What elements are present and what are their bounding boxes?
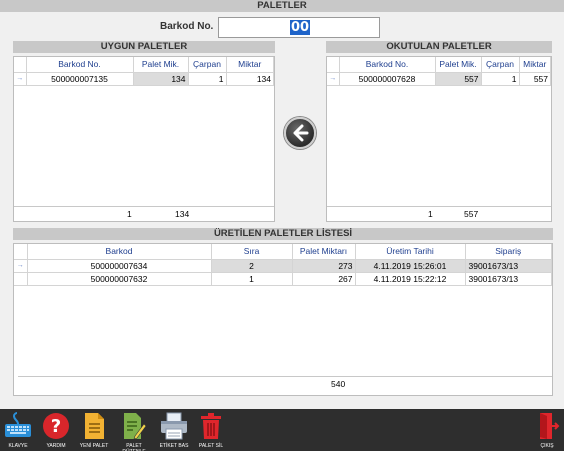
col-multiplier[interactable]: Çarpan (481, 57, 520, 73)
footer-count: 1 (127, 209, 132, 219)
row-indicator: → (14, 259, 28, 273)
scanned-pallets-table: Barkod No. Palet Mik. Çarpan Miktar → 50… (327, 57, 551, 86)
col-barcode[interactable]: Barkod (27, 244, 212, 260)
cell-pallet-amount: 267 (292, 272, 356, 286)
page-title: PALETLER (0, 0, 564, 12)
col-pallet-qty[interactable]: Palet Mik. (435, 57, 482, 73)
exit-button[interactable]: ÇIKIŞ (530, 409, 564, 451)
print-label-button[interactable]: ETİKET BAS (156, 409, 192, 451)
footer-total: 557 (464, 209, 479, 219)
produced-pallets-table: Barkod Sıra Palet Miktarı Üretim Tarihi … (14, 244, 552, 286)
produced-pallets-panel: ÜRETİLEN PALETLER LİSTESİ Barkod Sıra Pa… (13, 228, 553, 406)
cell-pallet-qty: 557 (435, 72, 482, 86)
table-row[interactable]: → 500000007634 2 273 4.11.2019 15:26:01 … (14, 259, 552, 273)
delete-pallet-label: PALET SİL (198, 443, 224, 449)
table-row[interactable]: 500000007632 1 267 4.11.2019 15:22:12 39… (14, 272, 552, 286)
col-order[interactable]: Sipariş (465, 244, 552, 260)
cell-multiplier: 1 (188, 72, 227, 86)
exit-door-icon (540, 413, 560, 439)
col-sequence[interactable]: Sıra (211, 244, 293, 260)
col-pallet-qty[interactable]: Palet Mik. (133, 57, 189, 73)
keyboard-button[interactable]: KLAVYE (0, 409, 36, 451)
col-barcode[interactable]: Barkod No. (339, 57, 436, 73)
help-icon: ? (43, 413, 69, 439)
col-barcode[interactable]: Barkod No. (26, 57, 134, 73)
produced-pallets-header: ÜRETİLEN PALETLER LİSTESİ (13, 228, 553, 240)
help-button[interactable]: ? YARDIM (38, 409, 74, 451)
available-pallets-table: Barkod No. Palet Mik. Çarpan Miktar → 50… (14, 57, 274, 86)
footer-count: 1 (428, 209, 433, 219)
col-pallet-amount[interactable]: Palet Miktarı (292, 244, 356, 260)
barcode-input[interactable]: 00 (218, 17, 380, 38)
keyboard-label: KLAVYE (8, 443, 28, 449)
edit-pallet-label: PALET DÜZENLE (122, 443, 145, 451)
cell-multiplier: 1 (481, 72, 520, 86)
cell-pallet-amount: 273 (292, 259, 356, 273)
available-pallets-grid[interactable]: Barkod No. Palet Mik. Çarpan Miktar → 50… (13, 56, 275, 222)
cell-production-date: 4.11.2019 15:26:01 (355, 259, 466, 273)
row-indicator-header (327, 57, 340, 73)
scanned-pallets-grid[interactable]: Barkod No. Palet Mik. Çarpan Miktar → 50… (326, 56, 552, 222)
trash-icon (201, 413, 221, 439)
table-row[interactable]: → 500000007135 134 1 134 (14, 72, 274, 86)
edit-document-icon (124, 413, 147, 440)
col-multiplier[interactable]: Çarpan (188, 57, 227, 73)
document-icon (85, 413, 104, 439)
exit-label: ÇIKIŞ (540, 443, 554, 449)
delete-pallet-button[interactable]: PALET SİL (194, 409, 228, 451)
footer-total: 134 (175, 209, 190, 219)
cell-sequence: 2 (211, 259, 293, 273)
print-label-label: ETİKET BAS (159, 443, 189, 449)
new-pallet-button[interactable]: YENİ PALET (76, 409, 112, 451)
footer-total: 540 (331, 379, 346, 389)
row-indicator: → (327, 72, 340, 86)
row-indicator: → (14, 72, 27, 86)
available-pallets-footer: 1 134 (14, 206, 274, 221)
scanned-pallets-panel: OKUTULAN PALETLER Barkod No. Palet Mik. … (326, 41, 552, 222)
transfer-left-button[interactable] (284, 117, 316, 149)
available-pallets-header: UYGUN PALETLER (13, 41, 275, 53)
scanned-pallets-header: OKUTULAN PALETLER (326, 41, 552, 53)
printer-icon (161, 412, 187, 440)
table-row[interactable]: → 500000007628 557 1 557 (327, 72, 551, 86)
cell-pallet-qty: 134 (133, 72, 189, 86)
produced-pallets-grid[interactable]: Barkod Sıra Palet Miktarı Üretim Tarihi … (13, 243, 553, 396)
cell-production-date: 4.11.2019 15:22:12 (355, 272, 466, 286)
available-pallets-panel: UYGUN PALETLER Barkod No. Palet Mik. Çar… (13, 41, 275, 222)
cell-barcode: 500000007135 (26, 72, 134, 86)
col-amount[interactable]: Miktar (519, 57, 551, 73)
cell-barcode: 500000007634 (27, 259, 212, 273)
barcode-label: Barkod No. (160, 21, 214, 32)
cell-amount: 557 (519, 72, 551, 86)
col-production-date[interactable]: Üretim Tarihi (355, 244, 466, 260)
cell-order: 39001673/13 (465, 272, 552, 286)
cell-sequence: 1 (211, 272, 293, 286)
svg-text:?: ? (51, 416, 61, 437)
arrow-left-icon (293, 124, 309, 142)
produced-pallets-footer: 540 (18, 376, 552, 391)
scanned-pallets-footer: 1 557 (327, 206, 551, 221)
new-pallet-label: YENİ PALET (79, 443, 109, 449)
col-amount[interactable]: Miktar (226, 57, 274, 73)
bottom-toolbar: KLAVYE ? YARDIM YENİ PALET PALET DÜZENLE (0, 409, 564, 451)
row-indicator-header (14, 57, 27, 73)
cell-order: 39001673/13 (465, 259, 552, 273)
keyboard-icon (5, 412, 31, 437)
barcode-input-value: 00 (290, 20, 311, 35)
row-indicator (14, 272, 28, 286)
cell-amount: 134 (226, 72, 274, 86)
cell-barcode: 500000007628 (339, 72, 436, 86)
cell-barcode: 500000007632 (27, 272, 212, 286)
edit-pallet-button[interactable]: PALET DÜZENLE (114, 409, 154, 451)
row-indicator-header (14, 244, 28, 260)
help-label: YARDIM (46, 443, 66, 449)
